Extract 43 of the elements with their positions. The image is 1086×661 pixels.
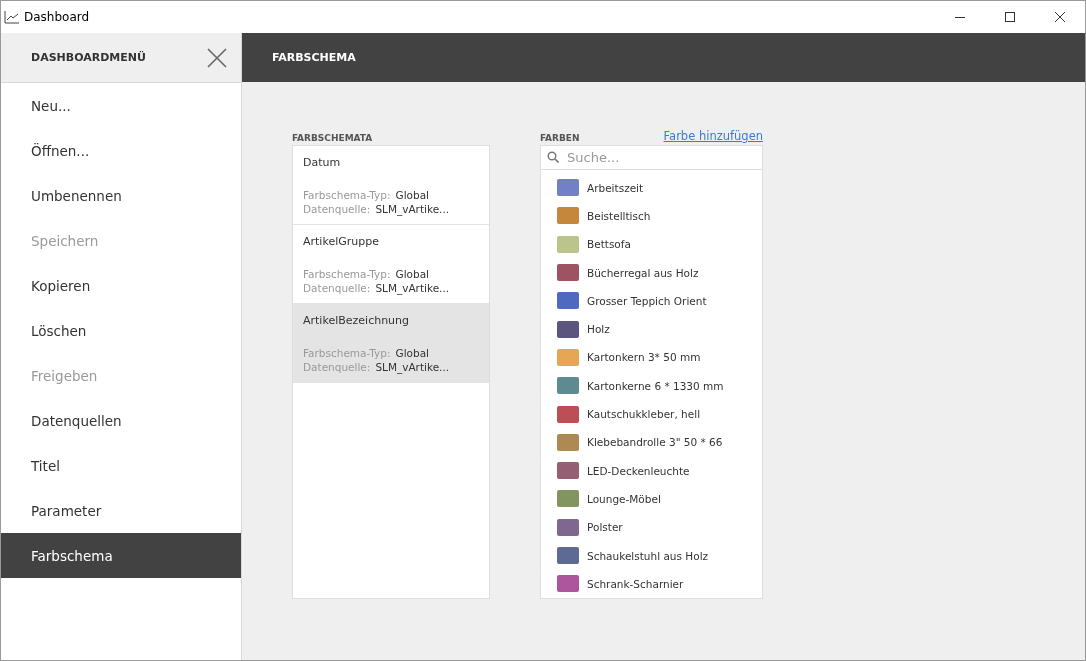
menu-item[interactable]: Farbschema bbox=[1, 533, 241, 578]
scheme-name: ArtikelBezeichnung bbox=[303, 314, 411, 327]
color-name[interactable]: Polster bbox=[587, 521, 623, 534]
color-name[interactable]: Schaukelstuhl aus Holz bbox=[587, 549, 709, 562]
section-label: FARBEN bbox=[540, 133, 580, 143]
page-title: FARBSCHEMA bbox=[272, 51, 356, 64]
close-icon[interactable] bbox=[207, 47, 227, 68]
color-name[interactable]: Holz bbox=[587, 323, 610, 336]
color-name[interactable]: Grosser Teppich Orient bbox=[587, 294, 707, 307]
color-name[interactable]: Kautschukkleber, hell bbox=[587, 408, 701, 421]
color-name[interactable]: LED-Deckenleuchte bbox=[587, 464, 690, 477]
color-name[interactable]: Schrank-Scharnier bbox=[587, 577, 684, 590]
add-color-link[interactable]: Farbe hinzufügen bbox=[663, 129, 763, 143]
color-name[interactable]: Beistelltisch bbox=[587, 210, 651, 222]
meta-label: Farbschema-Typ: bbox=[303, 188, 391, 202]
window-title: Dashboard bbox=[24, 10, 91, 24]
chart-line-icon bbox=[4, 10, 20, 24]
meta-label: Datenquelle: bbox=[303, 360, 371, 374]
section-label: FARBSCHEMATA bbox=[292, 133, 373, 143]
meta-label: Datenquelle: bbox=[303, 202, 371, 216]
meta-value: Global bbox=[395, 188, 430, 202]
color-name[interactable]: Bettsofa bbox=[587, 238, 631, 251]
color-name[interactable]: Kartonkern 3* 50 mm bbox=[587, 351, 701, 364]
meta-label: Farbschema-Typ: bbox=[303, 267, 391, 281]
color-name[interactable]: Klebebandrolle 3" 50 * 66 bbox=[587, 436, 723, 449]
maximize-icon bbox=[1005, 12, 1015, 22]
scheme-name: ArtikelGruppe bbox=[303, 235, 380, 248]
sidebar-title: DASHBOARDMENÜ bbox=[31, 51, 146, 64]
color-name[interactable]: Kartonkerne 6 * 1330 mm bbox=[587, 379, 724, 392]
meta-label: Datenquelle: bbox=[303, 281, 371, 295]
close-icon bbox=[1055, 12, 1065, 22]
color-name[interactable]: Arbeitszeit bbox=[587, 181, 644, 194]
scheme-item[interactable]: ArtikelBezeichnung Farbschema-Typ: Global Datenquelle: SLM_vArtike... bbox=[293, 304, 489, 383]
meta-label: Farbschema-Typ: bbox=[303, 346, 391, 360]
meta-value: SLM_vArtike... bbox=[375, 281, 450, 295]
meta-value: SLM_vArtike... bbox=[375, 360, 450, 374]
search-icon bbox=[547, 151, 559, 164]
meta-value: Global bbox=[395, 267, 430, 281]
meta-value: SLM_vArtike... bbox=[375, 202, 450, 216]
color-name[interactable]: Bücherregal aus Holz bbox=[587, 266, 699, 279]
scheme-name: Datum bbox=[303, 156, 342, 169]
color-name[interactable]: Lounge-Möbel bbox=[587, 492, 661, 505]
meta-value: Global bbox=[395, 346, 430, 360]
